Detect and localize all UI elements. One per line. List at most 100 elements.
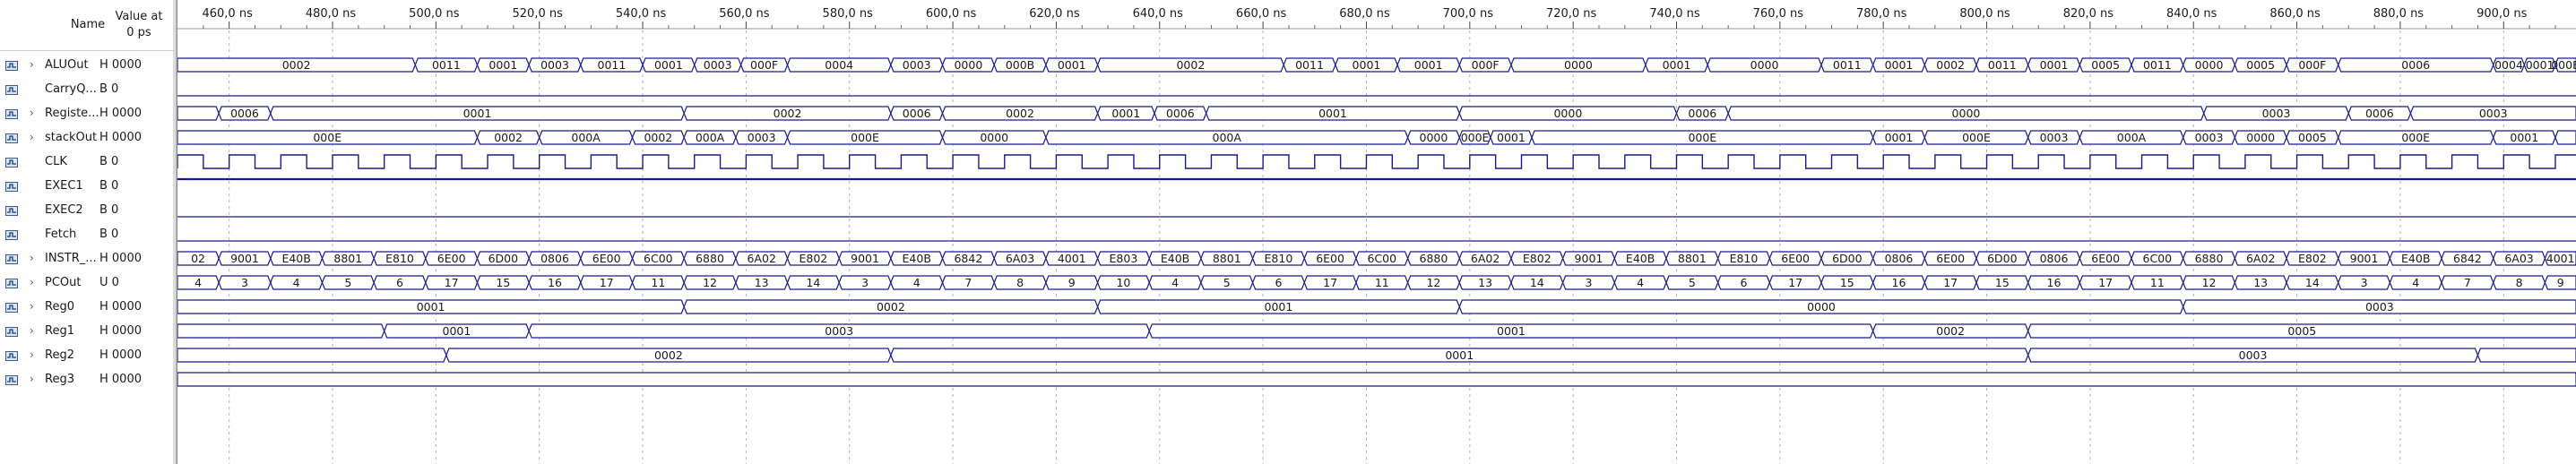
signal-row[interactable]: › Registe... H 0000: [0, 102, 177, 126]
signal-type-icon: [5, 254, 18, 264]
tick-label: 740,0 ns: [1649, 7, 1700, 21]
signal-value: H 0000: [99, 131, 142, 144]
signal-name: PCOut: [45, 276, 82, 289]
timeline-tick: 720,0 ns: [1546, 7, 1597, 29]
bus-value-label: 0000: [1750, 58, 1779, 72]
bus-value-label: 9001: [230, 252, 259, 265]
bus-value-label: 6E00: [437, 252, 466, 265]
bus-value-label: 6A02: [2246, 252, 2275, 265]
bus-value-label: 0001: [1058, 58, 1086, 72]
bus-value-label: 11: [2150, 276, 2165, 289]
value-header-line1: Value at: [115, 10, 163, 23]
waveform-aluout[interactable]: 0002 0011 0001 0003 0011 0001 0003 000F 0004 0003…: [177, 57, 2576, 73]
expand-chevron-icon[interactable]: ›: [30, 252, 34, 264]
bus-value-label: 0001: [1497, 131, 1526, 144]
expand-chevron-icon[interactable]: ›: [30, 131, 34, 143]
bus-value-label: 9: [2557, 276, 2564, 289]
bus-value-label: 6: [396, 276, 403, 289]
bus-value-label: 0003: [704, 58, 732, 72]
signal-row[interactable]: › ALUOut H 0000: [0, 54, 177, 78]
expand-chevron-icon[interactable]: ›: [30, 58, 34, 71]
signal-row[interactable]: Fetch B 0: [0, 223, 177, 247]
signal-row[interactable]: › stackOut H 0000: [0, 126, 177, 150]
bus-value-label: 6D00: [1832, 252, 1863, 265]
bus-value-label: 16: [1892, 276, 1906, 289]
signal-row[interactable]: › Reg0 H 0000: [0, 296, 177, 320]
waveform-stackout[interactable]: 000E 0002 000A 0002 000A 0003 000E 0000 000A 0000…: [177, 130, 2576, 145]
signal-name: INSTR_...: [45, 252, 97, 265]
waveform-reg3[interactable]: [177, 372, 2576, 387]
bus-value-label: 4: [1637, 276, 1644, 289]
bus-segment: [2554, 130, 2576, 145]
signal-row[interactable]: › Reg3 H 0000: [0, 368, 177, 392]
waveform-instr[interactable]: 02 9001 E40B 8801 E810 6E00 6D00 0806 6E00 6C00 68…: [177, 251, 2576, 266]
waveform-reg1[interactable]: 0001 0003 0001 0002 0005: [177, 323, 2576, 339]
bus-value-label: 5: [344, 276, 351, 289]
waveform-clk[interactable]: [177, 154, 2576, 169]
bus-value-label: 0001: [463, 107, 492, 120]
bus-value-label: E803: [1110, 252, 1138, 265]
timeline-tick: 680,0 ns: [1339, 7, 1390, 29]
expand-chevron-icon[interactable]: ›: [30, 300, 34, 313]
tick-label: 880,0 ns: [2373, 7, 2425, 21]
tick-label: 480,0 ns: [306, 7, 357, 21]
expand-chevron-icon[interactable]: ›: [30, 107, 34, 119]
waveform-area[interactable]: 460,0 ns 480,0 ns 500,0 ns 520,0 ns 540,0 ns…: [177, 0, 2576, 464]
waveform-reg0[interactable]: 0001 0002 0001 0000 0003: [177, 299, 2576, 314]
expand-chevron-icon[interactable]: ›: [30, 324, 34, 337]
tick-label: 780,0 ns: [1856, 7, 1907, 21]
bus-value-label: 0001: [488, 58, 517, 72]
signal-row[interactable]: EXEC1 B 0: [0, 175, 177, 199]
bus-value-label: 0003: [2239, 348, 2268, 362]
tick-label: 860,0 ns: [2269, 7, 2321, 21]
value-column-header[interactable]: Value at 0 ps: [99, 0, 179, 50]
bus-value-label: 17: [1788, 276, 1802, 289]
bus-segment: [177, 372, 2576, 387]
bus-value-label: 0002: [654, 348, 683, 362]
expand-chevron-icon[interactable]: ›: [30, 276, 34, 288]
bus-value-label: 000E: [313, 131, 341, 144]
waveform-registe[interactable]: 0006 0001 0002 0006 0002 0001 0006 0001 0000 0006…: [177, 106, 2576, 121]
signal-value: H 0000: [99, 348, 142, 362]
timeline-tick: 580,0 ns: [823, 7, 873, 29]
expand-chevron-icon[interactable]: ›: [30, 373, 34, 385]
signal-row[interactable]: EXEC2 B 0: [0, 199, 177, 223]
bus-value-label: 6E00: [2091, 252, 2120, 265]
bus-value-label: 17: [1943, 276, 1958, 289]
bus-value-label: 6880: [2195, 252, 2224, 265]
bus-value-label: 000B: [1006, 58, 1034, 72]
signal-name: stackOut: [45, 131, 98, 144]
signal-row[interactable]: CarryQ... B 0: [0, 78, 177, 102]
signal-row[interactable]: › Reg2 H 0000: [0, 344, 177, 368]
bus-segment: [177, 348, 447, 363]
bus-value-label: 0001: [654, 58, 683, 72]
bus-segment: [177, 106, 220, 121]
signal-row[interactable]: › PCOut U 0: [0, 271, 177, 296]
signal-row[interactable]: › INSTR_... H 0000: [0, 247, 177, 271]
bus-value-label: 0001: [1111, 107, 1140, 120]
bus-value-label: 8: [1016, 276, 1024, 289]
bus-value-label: 6C00: [1367, 252, 1396, 265]
bus-value-label: 6D00: [1987, 252, 2018, 265]
clock-waveform: [177, 154, 2576, 169]
waveform-reg2[interactable]: 0002 0001 0003: [177, 348, 2576, 363]
signal-row[interactable]: › Reg1 H 0000: [0, 320, 177, 344]
bus-value-label: 000E: [1962, 131, 1991, 144]
bus-value-label: 6E00: [1936, 252, 1965, 265]
tick-label: 660,0 ns: [1236, 7, 1287, 21]
tick-label: 560,0 ns: [719, 7, 770, 21]
bus-value-label: 0806: [1885, 252, 1914, 265]
bus-value-label: E40B: [281, 252, 310, 265]
timeline-tick: 540,0 ns: [616, 7, 666, 29]
signal-value: B 0: [99, 203, 119, 217]
signal-type-icon: [5, 133, 18, 143]
bus-value-label: 6E00: [1316, 252, 1344, 265]
tick-label: 680,0 ns: [1339, 7, 1390, 21]
expand-chevron-icon[interactable]: ›: [30, 348, 34, 361]
signal-row[interactable]: CLK B 0: [0, 150, 177, 175]
bus-value-label: 15: [1840, 276, 1854, 289]
bus-value-label: 0006: [1688, 107, 1716, 120]
waveform-pcout[interactable]: 4 3 4 5 6 17 15 16 17 11 12 13 14 3 4 7 8 9 10 4 5 6 17 11 12 13 1…: [177, 275, 2576, 290]
tick-label: 500,0 ns: [409, 7, 460, 21]
bus-value-label: 0005: [2298, 131, 2327, 144]
